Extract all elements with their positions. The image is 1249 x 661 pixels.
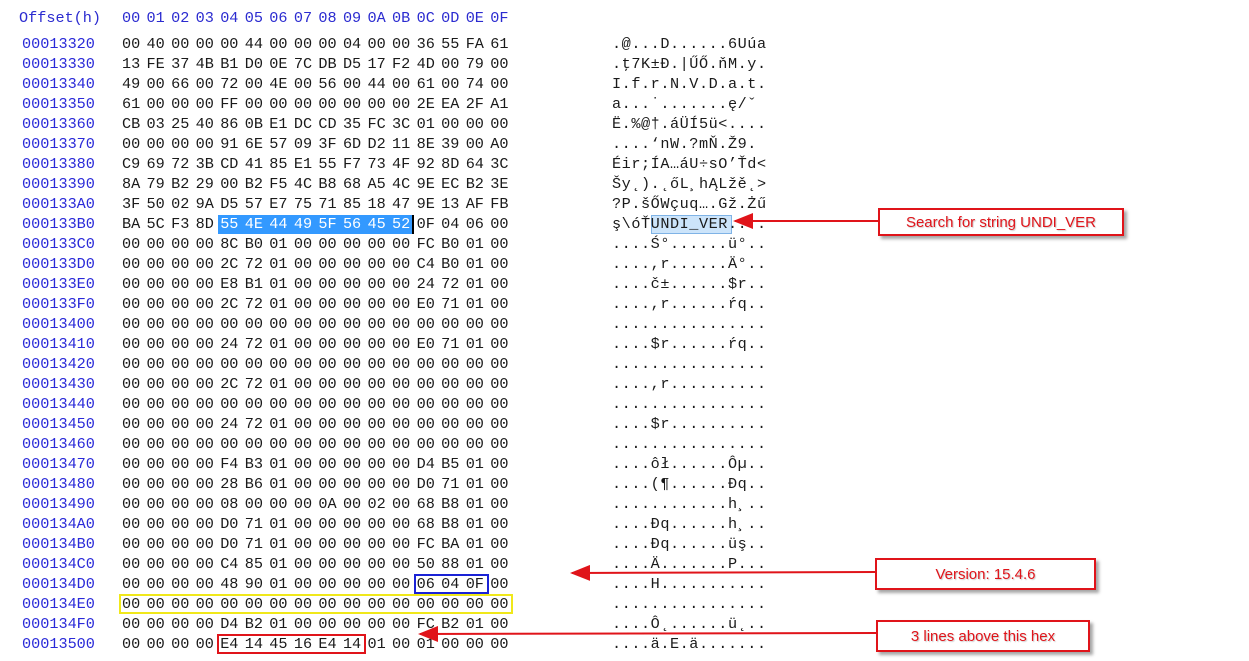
version-arrow bbox=[570, 564, 877, 581]
lines-above-arrow bbox=[418, 625, 877, 642]
lines-above-annotation: 3 lines above this hex bbox=[876, 620, 1090, 652]
version-annotation: Version: 15.4.6 bbox=[875, 558, 1096, 590]
search-annotation: Search for string UNDI_VER bbox=[878, 208, 1124, 236]
